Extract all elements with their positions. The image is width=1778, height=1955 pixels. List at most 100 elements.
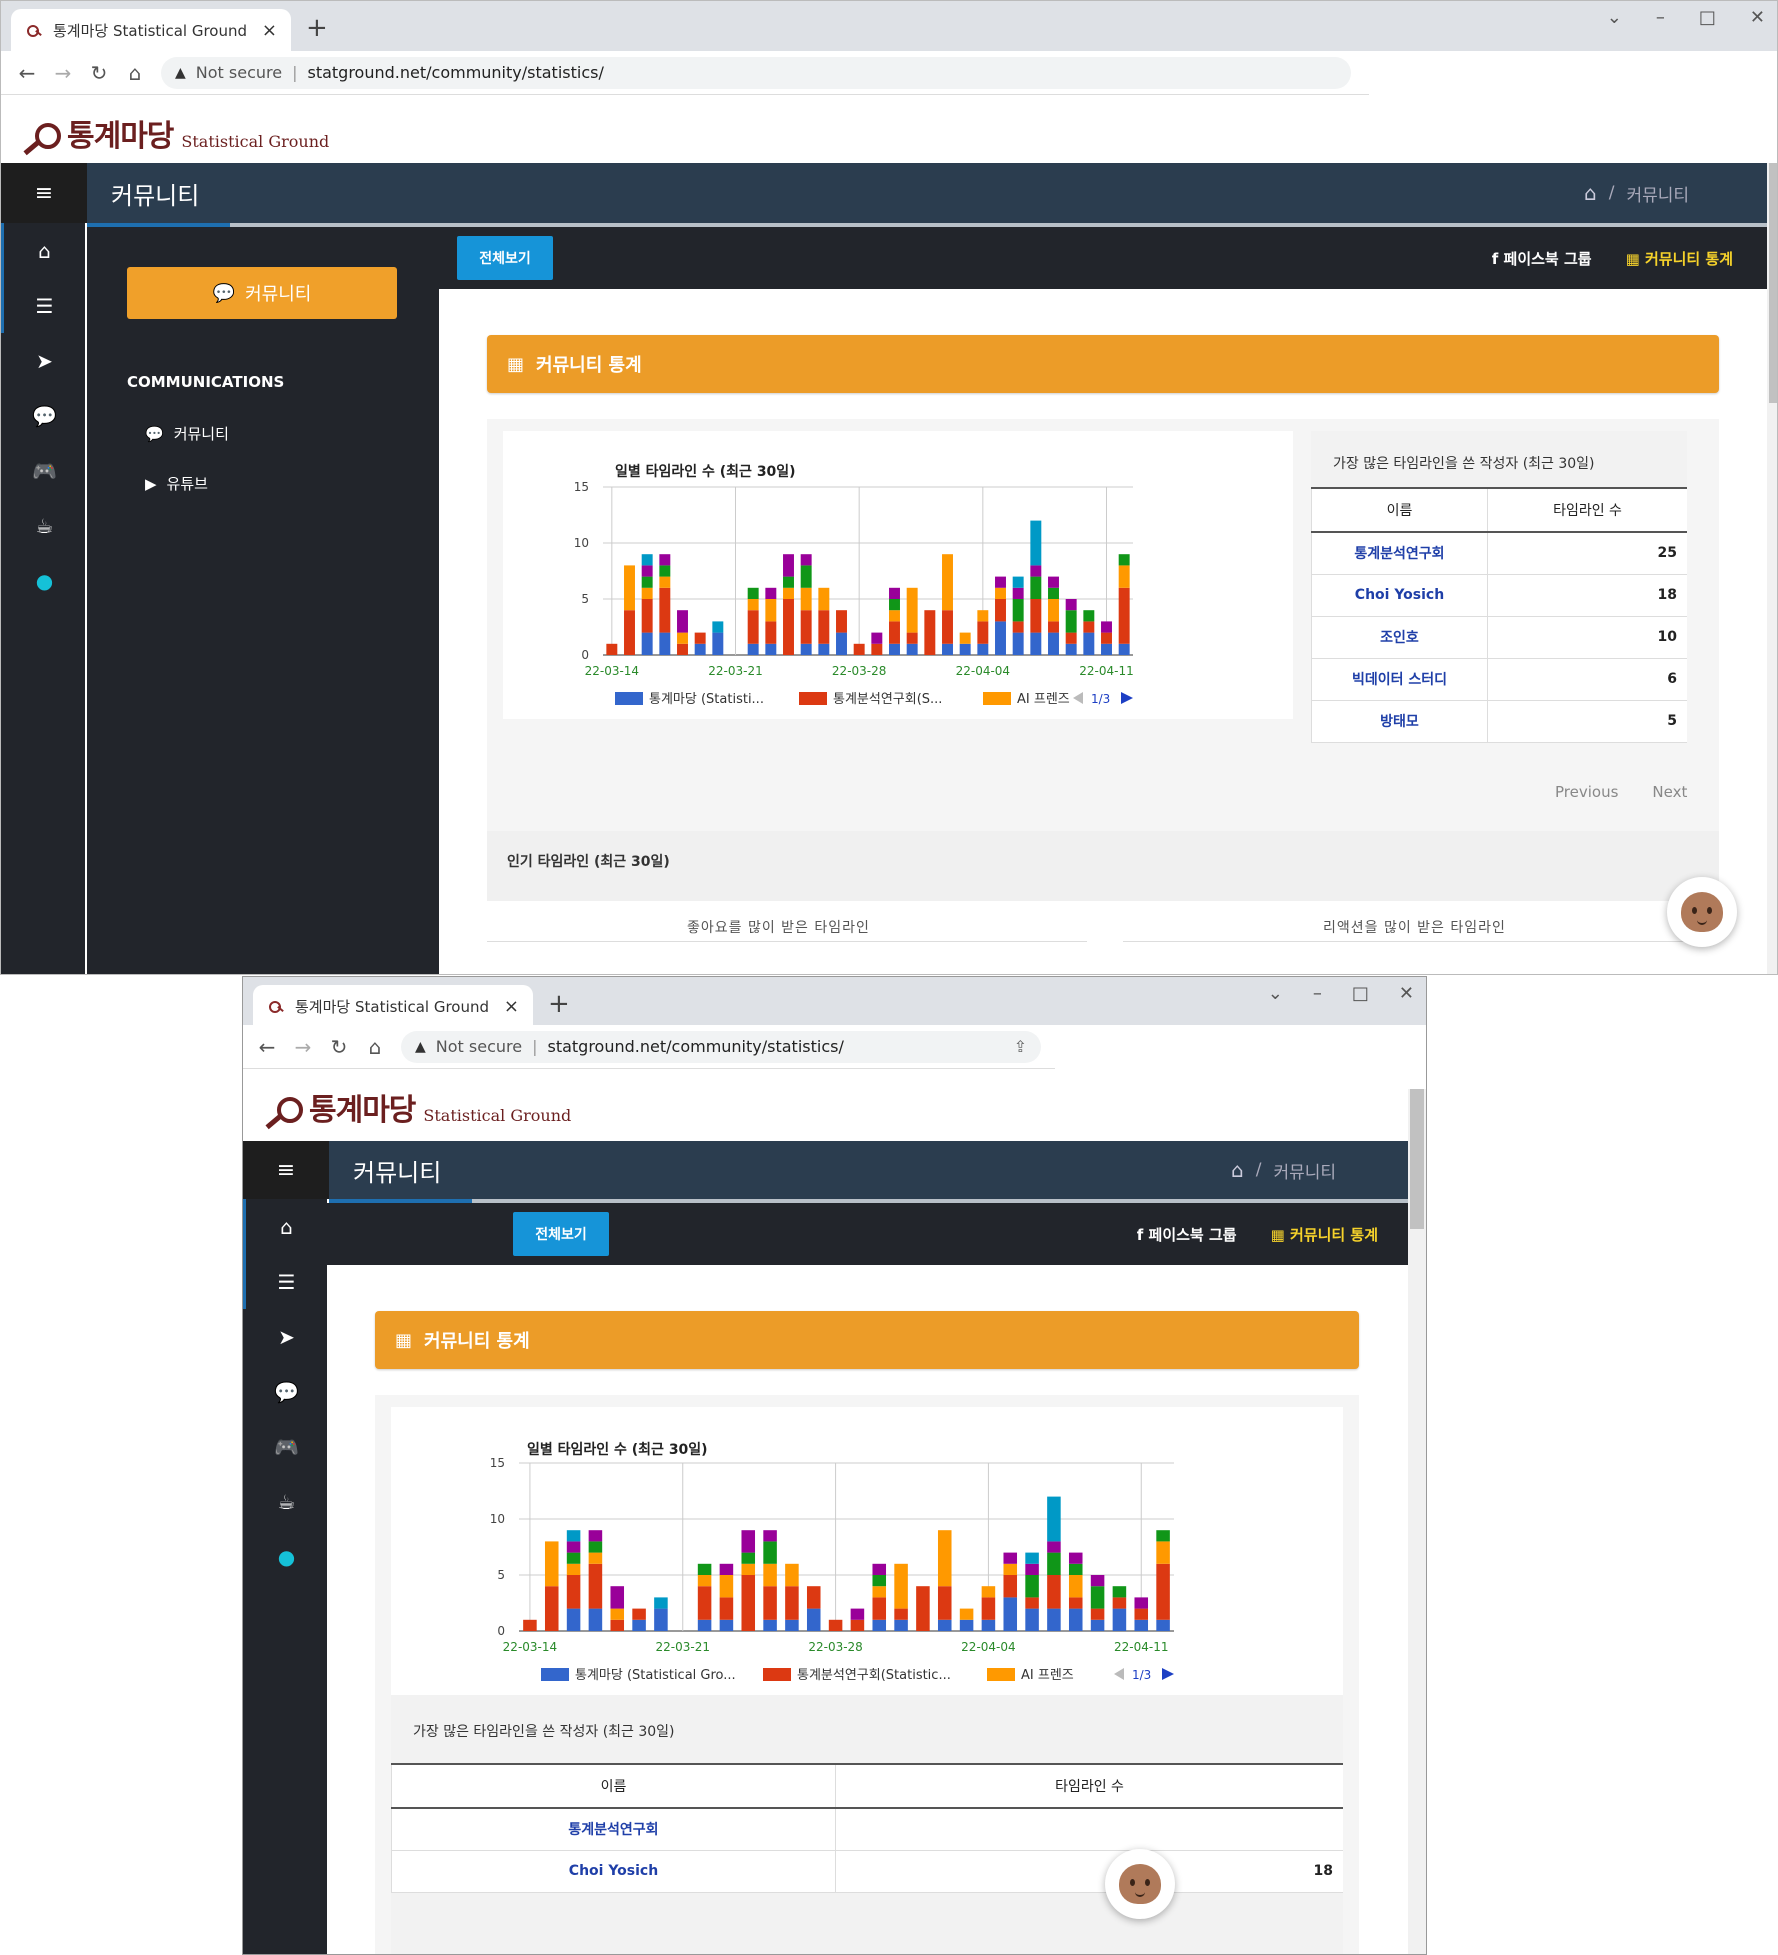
bar-segment [1156,1563,1170,1620]
bar-segment [697,1619,712,1631]
home-nav-icon[interactable]: ⌂ [1,223,85,278]
tab-search-icon[interactable]: ⌄ [1268,983,1283,1004]
home-icon[interactable]: ⌂ [357,1035,393,1059]
gamepad-nav-icon[interactable]: 🎮 [1,443,85,498]
writer-name[interactable]: 조인호 [1311,616,1488,659]
chatbot-icon[interactable] [1105,1849,1175,1919]
stats-panel: 일별 타임라인 수 (최근 30일) 0 5 10 15 22-03-14 22-03-2… [487,419,1719,974]
y-tick-label: 15 [574,480,589,494]
view-all-button[interactable]: 전체보기 [457,236,553,280]
bar-segment [1156,1619,1170,1631]
community-stats-link[interactable]: ▦ 커뮤니티 통계 [1271,1224,1378,1245]
send-nav-icon[interactable]: ➤ [1,333,85,388]
list-nav-icon[interactable]: ☰ [1,278,85,333]
bar-segment [872,1575,887,1587]
left-menu: 💬 커뮤니티 COMMUNICATIONS 💬 커뮤니티 ▶ 유튜브 [87,227,439,974]
bar-segment [610,1608,625,1620]
user-nav-icon[interactable]: ● [243,1529,327,1584]
bar-segment [1047,1496,1061,1542]
coffee-nav-icon[interactable]: ☕ [243,1474,327,1529]
bar-segment [677,632,688,644]
bar-segment [1156,1541,1170,1564]
minimize-icon[interactable]: – [1313,983,1322,1004]
home-nav-icon[interactable]: ⌂ [243,1199,327,1254]
home-icon[interactable]: ⌂ [117,61,153,85]
maximize-icon[interactable]: □ [1699,7,1716,28]
close-tab-icon[interactable]: × [504,996,519,1017]
chat-nav-icon[interactable]: 💬 [243,1364,327,1419]
gamepad-nav-icon[interactable]: 🎮 [243,1419,327,1474]
sidebar-item-community[interactable]: 💬 커뮤니티 [145,423,229,444]
writer-name[interactable]: 방태모 [1311,700,1488,743]
url-field[interactable]: ▲ Not secure | statground.net/community/… [401,1030,1041,1063]
bar-segment [1003,1575,1018,1598]
bar-segment [894,1608,908,1620]
community-button[interactable]: 💬 커뮤니티 [127,267,397,319]
breadcrumb-home-icon[interactable]: ⌂ [1584,181,1597,205]
writer-name[interactable]: 통계분석연구회 [1311,532,1488,575]
bar-segment [889,599,900,611]
breadcrumb-home-icon[interactable]: ⌂ [1231,1158,1244,1182]
close-window-icon[interactable]: ✕ [1750,7,1765,28]
bar-segment [1101,621,1112,633]
facebook-group-link[interactable]: f 페이스북 그룹 [1137,1224,1237,1245]
bar-segment [889,621,900,644]
reload-icon[interactable]: ↻ [321,1035,357,1059]
bar-segment [1112,1586,1127,1598]
bar-segment [719,1619,734,1631]
page-scrollbar[interactable] [1408,1089,1426,1954]
close-tab-icon[interactable]: × [262,20,277,41]
reload-icon[interactable]: ↻ [81,61,117,85]
bar-segment [889,587,900,599]
coffee-nav-icon[interactable]: ☕ [1,498,85,553]
new-tab-icon[interactable]: + [548,989,570,1019]
tab-strip: 통계마당 Statistical Ground × + ⌄ – □ ✕ [1,1,1777,51]
logo-english: Statistical Ground [181,132,330,151]
forward-icon[interactable]: → [285,1035,321,1059]
bar-segment [853,643,865,655]
sidebar-item-youtube[interactable]: ▶ 유튜브 [145,473,208,494]
view-all-button[interactable]: 전체보기 [513,1212,609,1256]
bar-segment [906,587,918,633]
hamburger-icon[interactable]: ≡ [243,1141,329,1199]
bar-segment [916,1586,930,1631]
facebook-group-link[interactable]: f 페이스북 그룹 [1492,248,1592,269]
legend-swatch [983,692,1011,705]
back-icon[interactable]: ← [249,1035,285,1059]
browser-tab[interactable]: 통계마당 Statistical Ground × [253,985,533,1027]
minimize-icon[interactable]: – [1656,7,1665,28]
site-logo[interactable]: 통계마당 Statistical Ground [21,111,329,155]
previous-button[interactable]: Previous [1555,783,1618,801]
community-stats-link[interactable]: ▦ 커뮤니티 통계 [1626,248,1733,269]
bar-segment [924,610,936,655]
bar-segment [1065,643,1077,655]
site-logo[interactable]: 통계마당 Statistical Ground [263,1085,571,1129]
bar-segment [1048,576,1059,588]
tab-search-icon[interactable]: ⌄ [1607,7,1622,28]
writer-name[interactable]: Choi Yosich [391,1850,836,1893]
browser-tab[interactable]: 통계마당 Statistical Ground × [11,9,291,51]
writer-name[interactable]: Choi Yosich [1311,574,1488,617]
section-banner: ▦ 커뮤니티 통계 [487,335,1719,393]
bar-segment [1012,599,1024,622]
user-nav-icon[interactable]: ● [1,553,85,608]
url-field[interactable]: ▲ Not secure | statground.net/community/… [161,56,1351,89]
chatbot-icon[interactable] [1667,877,1737,947]
page-scrollbar[interactable] [1767,163,1777,974]
writer-name[interactable]: 통계분석연구회 [391,1808,836,1851]
bar-segment [783,599,794,655]
maximize-icon[interactable]: □ [1352,983,1369,1004]
list-nav-icon[interactable]: ☰ [243,1254,327,1309]
new-tab-icon[interactable]: + [306,13,328,43]
next-button[interactable]: Next [1652,783,1687,801]
writer-name[interactable]: 빅데이터 스터디 [1311,658,1488,701]
close-window-icon[interactable]: ✕ [1399,983,1414,1004]
send-nav-icon[interactable]: ➤ [243,1309,327,1364]
bar-segment [783,554,794,577]
forward-icon[interactable]: → [45,61,81,85]
share-icon[interactable]: ⇪ [1014,1037,1027,1056]
bar-segment [977,643,989,655]
hamburger-icon[interactable]: ≡ [1,163,87,223]
chat-nav-icon[interactable]: 💬 [1,388,85,443]
back-icon[interactable]: ← [9,61,45,85]
